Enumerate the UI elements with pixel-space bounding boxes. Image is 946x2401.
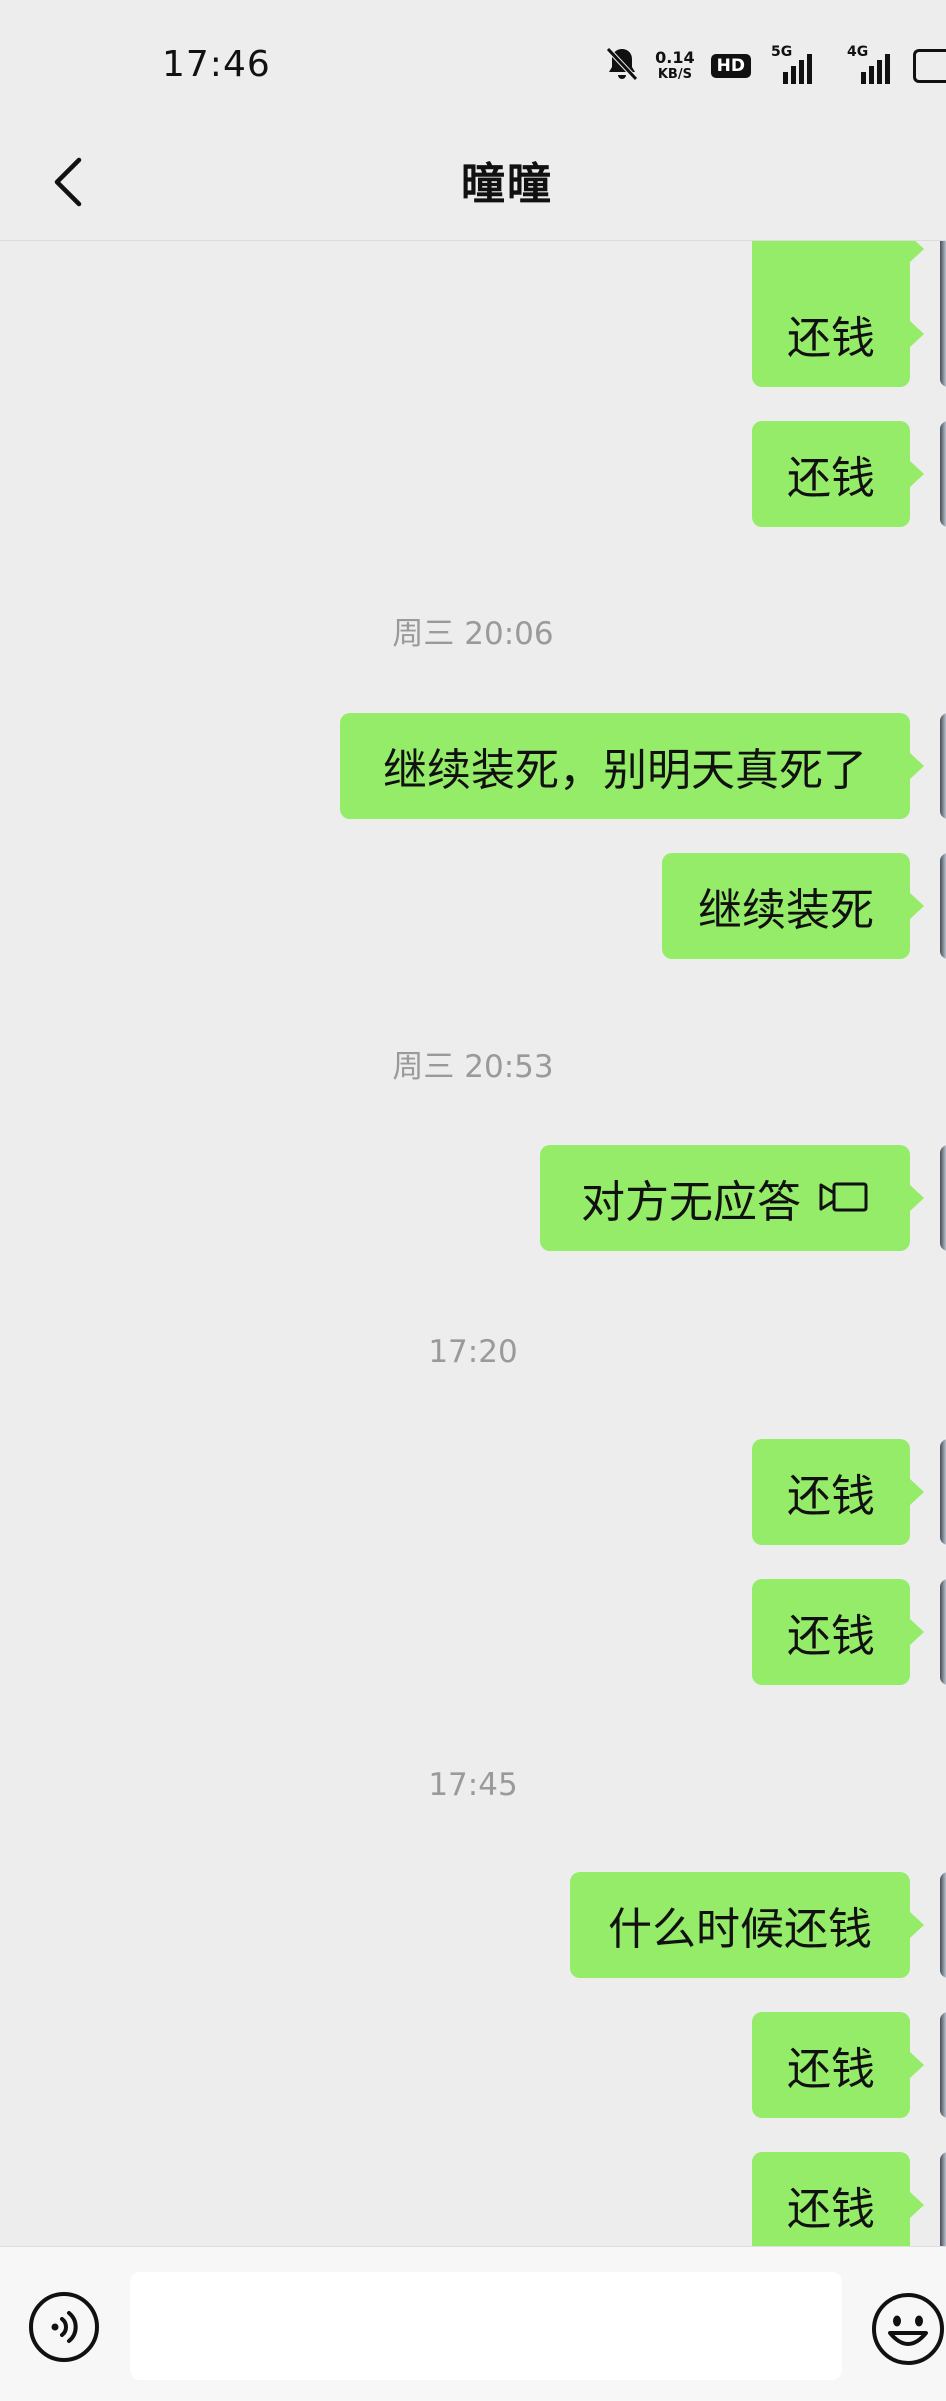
- input-bar: [0, 2246, 946, 2401]
- message-bubble[interactable]: 还钱: [752, 2152, 924, 2246]
- avatar[interactable]: [940, 1439, 946, 1545]
- avatar[interactable]: [940, 713, 946, 819]
- smiley-icon: [870, 2293, 946, 2367]
- chat-title-wrap: 曈曈: [0, 148, 946, 212]
- signal-5g-icon: 5G: [767, 44, 831, 84]
- signal-4g-icon: 4G: [847, 44, 897, 84]
- avatar[interactable]: [940, 1579, 946, 1685]
- signal-4g-label: 4G: [847, 44, 869, 60]
- message-bubble[interactable]: 继续装死，别明天真死了: [340, 713, 924, 819]
- avatar[interactable]: [940, 853, 946, 959]
- message-bubble[interactable]: 还钱: [752, 1439, 924, 1545]
- network-speed: 0.14 KB/S: [655, 49, 694, 83]
- call-status-text: 对方无应答: [581, 1177, 801, 1228]
- status-time: 17:46: [162, 44, 271, 85]
- timestamp: 周三 20:53: [392, 1049, 554, 1085]
- avatar[interactable]: [940, 1872, 946, 1978]
- hd-voice-badge: HD: [710, 54, 751, 78]
- status-bar: 17:46 0.14 KB/S HD 5G 4G: [0, 0, 946, 130]
- network-speed-value: 0.14: [655, 48, 695, 67]
- voice-input-button[interactable]: [28, 2291, 100, 2363]
- network-speed-unit: KB/S: [657, 67, 692, 82]
- message-bubble[interactable]: 还钱: [752, 281, 924, 387]
- status-icons: 0.14 KB/S HD 5G 4G: [605, 44, 946, 88]
- call-message-bubble[interactable]: 对方无应答: [540, 1145, 924, 1251]
- message-bubble[interactable]: 还钱: [752, 1579, 924, 1685]
- avatar[interactable]: [940, 1145, 946, 1251]
- emoji-button[interactable]: [870, 2291, 946, 2367]
- timestamp: 周三 20:06: [392, 616, 554, 652]
- avatar[interactable]: [940, 421, 946, 527]
- video-call-icon: [819, 1173, 869, 1224]
- message-bubble[interactable]: 继续装死: [662, 853, 924, 959]
- message-bubble[interactable]: 什么时候还钱: [570, 1872, 924, 1978]
- battery-icon: [913, 49, 946, 83]
- voice-icon: [28, 2292, 100, 2367]
- timestamp: 17:20: [428, 1334, 518, 1370]
- message-bubble[interactable]: 还钱: [752, 2012, 924, 2118]
- mute-bell-icon: [605, 46, 639, 86]
- avatar[interactable]: [940, 2152, 946, 2246]
- avatar[interactable]: [940, 2012, 946, 2118]
- signal-5g-label: 5G: [771, 44, 793, 60]
- avatar[interactable]: [940, 281, 946, 387]
- timestamp: 17:45: [428, 1767, 518, 1803]
- chat-header: 曈曈: [0, 130, 946, 241]
- message-input[interactable]: [130, 2272, 842, 2380]
- message-bubble[interactable]: 还钱: [752, 421, 924, 527]
- chat-title: 曈曈: [461, 159, 553, 210]
- message-list[interactable]: 还钱 还钱 周三 20:06 继续装死，别明天真死了 继续装死 周三 20:53…: [0, 241, 946, 2246]
